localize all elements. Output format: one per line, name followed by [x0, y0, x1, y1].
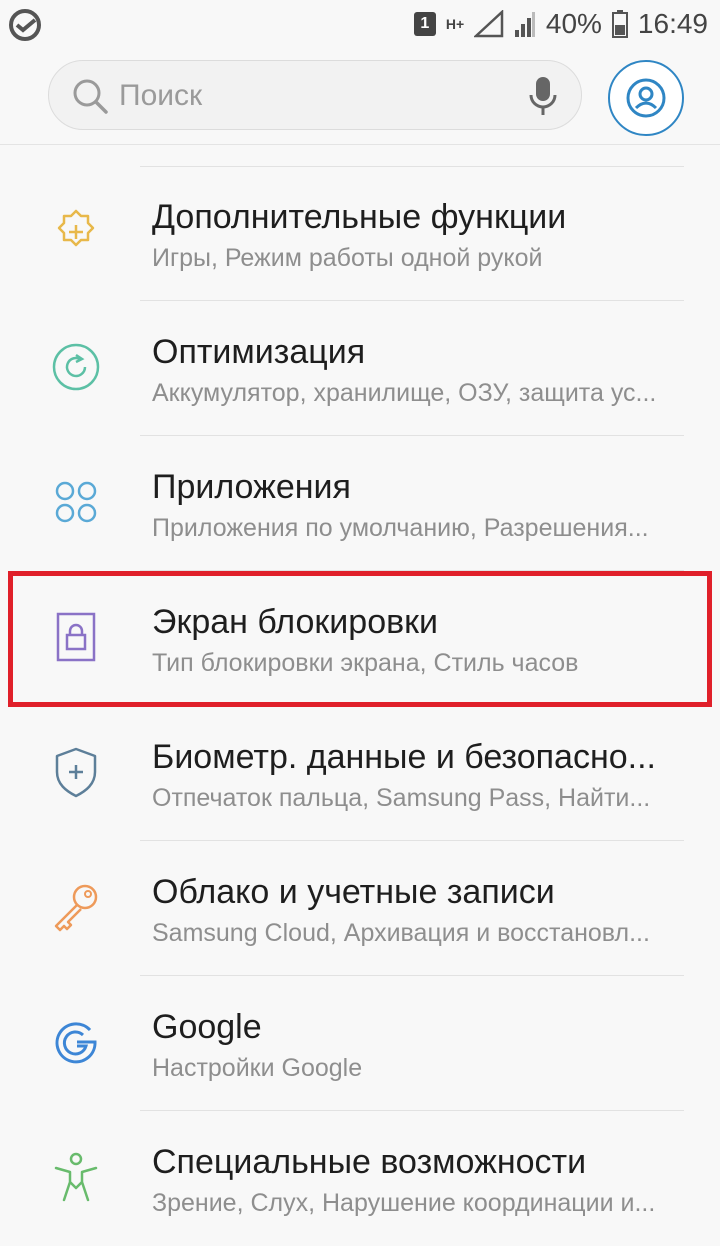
- apps-grid-icon: [48, 474, 104, 530]
- gear-plus-icon: [48, 204, 104, 260]
- setting-title: Оптимизация: [152, 333, 366, 371]
- sim-slot-badge: 1: [413, 12, 436, 36]
- status-bar: 1 H+ 40% 16:49: [0, 0, 720, 48]
- clock: 16:49: [637, 8, 708, 39]
- setting-lock-screen[interactable]: Экран блокировки Тип блокировки экрана, …: [0, 571, 720, 706]
- setting-applications[interactable]: Приложения Приложения по умолчанию, Разр…: [0, 436, 720, 571]
- status-icons: 1 H+ 40% 16:49: [413, 6, 708, 42]
- shield-plus-icon: [48, 744, 104, 800]
- account-button[interactable]: [608, 60, 684, 136]
- refresh-circle-icon: [48, 339, 104, 395]
- accessibility-icon: [48, 1149, 104, 1205]
- battery-percent: 40%: [545, 8, 602, 39]
- network-type-icon: H+: [445, 16, 465, 32]
- setting-advanced-features[interactable]: Дополнительные функции Игры, Режим работ…: [0, 166, 720, 301]
- setting-subtitle: Аккумулятор, хранилище, ОЗУ, защита ус..…: [152, 379, 657, 407]
- setting-title: Google: [152, 1008, 262, 1046]
- setting-title: Экран блокировки: [152, 603, 439, 641]
- setting-accessibility[interactable]: Специальные возможности Зрение, Слух, На…: [0, 1111, 720, 1246]
- setting-title: Дополнительные функции: [152, 198, 567, 236]
- microphone-icon[interactable]: [527, 75, 559, 117]
- setting-subtitle: Отпечаток пальца, Samsung Pass, Найти...: [152, 784, 651, 812]
- setting-title: Специальные возможности: [152, 1143, 587, 1181]
- setting-title: Приложения: [152, 468, 351, 506]
- setting-title: Облако и учетные записи: [152, 873, 555, 911]
- google-icon: [48, 1014, 104, 1070]
- search-input[interactable]: Поиск: [119, 79, 202, 113]
- search-icon: [73, 79, 108, 114]
- setting-subtitle: Тип блокировки экрана, Стиль часов: [152, 649, 579, 677]
- header-divider: [0, 144, 720, 145]
- setting-subtitle: Игры, Режим работы одной рукой: [152, 244, 543, 272]
- sberbank-icon: [9, 9, 41, 41]
- settings-list: Дополнительные функции Игры, Режим работ…: [0, 166, 720, 1246]
- battery-icon: [611, 10, 628, 38]
- setting-subtitle: Приложения по умолчанию, Разрешения...: [152, 514, 649, 542]
- setting-cloud-accounts[interactable]: Облако и учетные записи Samsung Cloud, А…: [0, 841, 720, 976]
- setting-optimization[interactable]: Оптимизация Аккумулятор, хранилище, ОЗУ,…: [0, 301, 720, 436]
- setting-subtitle: Зрение, Слух, Нарушение координации и...: [152, 1189, 656, 1217]
- lock-screen-icon: [48, 609, 104, 665]
- search-bar[interactable]: Поиск: [48, 60, 582, 130]
- setting-biometrics-security[interactable]: Биометр. данные и безопасно... Отпечаток…: [0, 706, 720, 841]
- key-icon: [48, 879, 104, 935]
- setting-google[interactable]: Google Настройки Google: [0, 976, 720, 1111]
- user-profile-icon: [626, 78, 666, 118]
- signal-sim2-icon: [514, 12, 535, 37]
- setting-subtitle: Samsung Cloud, Архивация и восстановл...: [152, 919, 650, 947]
- setting-subtitle: Настройки Google: [152, 1054, 363, 1082]
- setting-title: Биометр. данные и безопасно...: [152, 738, 656, 776]
- signal-sim1-icon: [473, 10, 504, 38]
